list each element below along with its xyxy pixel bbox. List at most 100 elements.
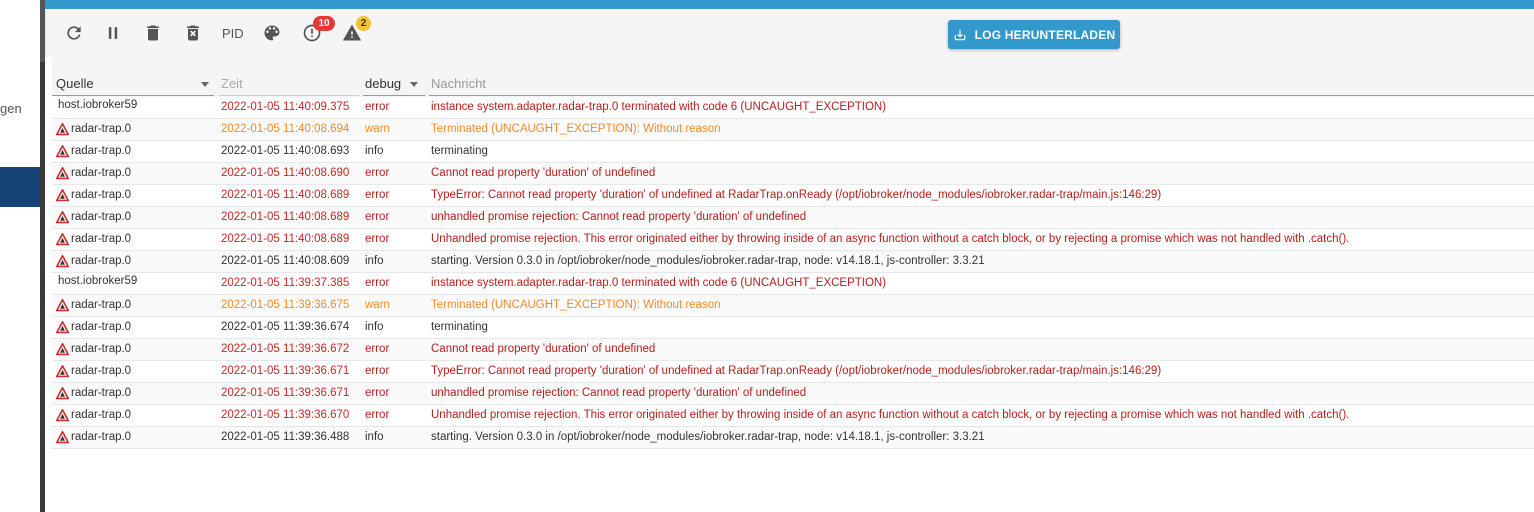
radar-trap-icon <box>56 188 69 201</box>
row-source: radar-trap.0 <box>56 119 216 139</box>
table-row: radar-trap.0 2022-01-05 11:40:08.689 error… <box>52 185 1534 207</box>
row-message: Terminated (UNCAUGHT_EXCEPTION): Without… <box>431 299 721 311</box>
row-source: radar-trap.0 <box>56 405 216 425</box>
table-row: radar-trap.0 2022-01-05 11:40:08.690 error… <box>52 163 1534 185</box>
sidebar: gen <box>0 0 40 512</box>
row-message: unhandled promise rejection: Cannot read… <box>431 387 807 399</box>
log-table: Quelle Zeit debug Nachricht host.iobroke… <box>52 57 1534 512</box>
download-log-button[interactable]: LOG HERUNTERLADEN <box>948 20 1120 49</box>
table-row: radar-trap.0 2022-01-05 11:40:08.689 error… <box>52 207 1534 229</box>
row-message: TypeError: Cannot read property 'duratio… <box>431 365 1162 377</box>
download-icon <box>954 29 965 40</box>
row-severity: info <box>365 431 384 443</box>
table-row: radar-trap.0 2022-01-05 11:40:08.693 info t… <box>52 141 1534 163</box>
log-rows: host.iobroker59 2022-01-05 11:40:09.375 er… <box>52 97 1534 449</box>
table-row: radar-trap.0 2022-01-05 11:39:36.670 error… <box>52 405 1534 427</box>
row-source-label: radar-trap.0 <box>71 431 132 443</box>
app-top-bar <box>45 0 1534 9</box>
download-log-label: LOG HERUNTERLADEN <box>974 27 1116 42</box>
radar-trap-icon <box>56 408 69 421</box>
row-severity: error <box>365 343 390 355</box>
row-source: radar-trap.0 <box>56 361 216 381</box>
row-source: radar-trap.0 <box>56 185 216 205</box>
row-severity: error <box>365 167 390 179</box>
row-time: 2022-01-05 11:39:37.385 <box>221 277 350 289</box>
row-severity: error <box>365 409 390 421</box>
row-severity: error <box>365 233 390 245</box>
pause-button[interactable] <box>101 21 125 45</box>
table-header: Quelle Zeit debug Nachricht <box>52 57 1534 97</box>
severity-column-header: debug <box>365 76 402 91</box>
row-time: 2022-01-05 11:40:08.689 <box>221 233 350 245</box>
source-filter-dropdown[interactable] <box>201 82 209 87</box>
delete-button[interactable] <box>141 21 165 45</box>
row-time: 2022-01-05 11:40:08.609 <box>221 255 350 267</box>
row-source-label: radar-trap.0 <box>71 365 132 377</box>
row-source-label: radar-trap.0 <box>71 167 132 179</box>
warning-count-badge: 2 <box>356 16 371 31</box>
sidebar-item-selected[interactable] <box>0 167 40 207</box>
row-source: radar-trap.0 <box>56 207 216 227</box>
row-source-label: radar-trap.0 <box>71 343 132 355</box>
row-severity: error <box>365 277 390 289</box>
row-message: starting. Version 0.3.0 in /opt/iobroker… <box>431 431 985 443</box>
row-message: Unhandled promise rejection. This error … <box>431 233 1350 245</box>
message-column-header[interactable]: Nachricht <box>431 76 486 91</box>
row-message: Terminated (UNCAUGHT_EXCEPTION): Without… <box>431 123 721 135</box>
time-column-header[interactable]: Zeit <box>221 76 243 91</box>
table-row: radar-trap.0 2022-01-05 11:39:36.674 info t… <box>52 317 1534 339</box>
table-row: radar-trap.0 2022-01-05 11:40:08.689 error… <box>52 229 1534 251</box>
table-row: radar-trap.0 2022-01-05 11:39:36.488 info s… <box>52 427 1534 449</box>
row-source: radar-trap.0 <box>56 295 216 315</box>
trash-icon <box>147 25 159 41</box>
radar-trap-icon <box>56 320 69 333</box>
row-time: 2022-01-05 11:40:08.689 <box>221 189 350 201</box>
row-source-label: radar-trap.0 <box>71 211 132 223</box>
row-time: 2022-01-05 11:39:36.671 <box>221 365 350 377</box>
row-time: 2022-01-05 11:40:08.693 <box>221 145 350 157</box>
row-source-label: host.iobroker59 <box>58 275 138 287</box>
row-source: radar-trap.0 <box>56 383 216 403</box>
radar-trap-icon <box>56 298 69 311</box>
row-severity: error <box>365 365 390 377</box>
log-panel: PID 10 2 LOG HERUNTERLADEN Quelle Zeit d… <box>45 0 1534 512</box>
sidebar-item-label[interactable]: gen <box>0 101 22 116</box>
pid-toggle[interactable]: PID <box>222 26 244 41</box>
row-message: unhandled promise rejection: Cannot read… <box>431 211 807 223</box>
source-filter-underline <box>52 95 214 96</box>
row-source: host.iobroker59 <box>56 97 216 117</box>
row-time: 2022-01-05 11:39:36.674 <box>221 321 350 333</box>
radar-trap-icon <box>56 122 69 135</box>
radar-trap-icon <box>56 254 69 267</box>
row-message: Cannot read property 'duration' of undef… <box>431 343 656 355</box>
severity-filter-dropdown[interactable] <box>410 82 418 87</box>
color-toggle-button[interactable] <box>260 21 284 45</box>
table-row: radar-trap.0 2022-01-05 11:39:36.672 error… <box>52 339 1534 361</box>
row-source-label: radar-trap.0 <box>71 123 132 135</box>
row-time: 2022-01-05 11:39:36.672 <box>221 343 350 355</box>
row-source-label: radar-trap.0 <box>71 299 132 311</box>
row-time: 2022-01-05 11:39:36.671 <box>221 387 350 399</box>
row-source-label: host.iobroker59 <box>58 99 138 111</box>
row-source: radar-trap.0 <box>56 163 216 183</box>
log-toolbar: PID 10 2 LOG HERUNTERLADEN <box>45 9 1534 57</box>
row-source: radar-trap.0 <box>56 427 216 447</box>
radar-trap-icon <box>56 166 69 179</box>
row-message: instance system.adapter.radar-trap.0 ter… <box>431 277 887 289</box>
row-time: 2022-01-05 11:39:36.488 <box>221 431 350 443</box>
radar-trap-icon <box>56 364 69 377</box>
row-severity: info <box>365 255 384 267</box>
refresh-button[interactable] <box>62 21 86 45</box>
table-row: host.iobroker59 2022-01-05 11:39:37.385 er… <box>52 273 1534 295</box>
row-message: terminating <box>431 145 488 157</box>
severity-filter-underline <box>363 95 425 96</box>
row-source: radar-trap.0 <box>56 317 216 337</box>
row-severity: error <box>365 387 390 399</box>
table-row: host.iobroker59 2022-01-05 11:40:09.375 er… <box>52 97 1534 119</box>
row-source-label: radar-trap.0 <box>71 145 132 157</box>
table-row: radar-trap.0 2022-01-05 11:39:36.671 error… <box>52 383 1534 405</box>
delete-log-file-button[interactable] <box>181 21 205 45</box>
row-time: 2022-01-05 11:40:08.694 <box>221 123 350 135</box>
row-severity: info <box>365 321 384 333</box>
palette-icon <box>264 25 280 41</box>
